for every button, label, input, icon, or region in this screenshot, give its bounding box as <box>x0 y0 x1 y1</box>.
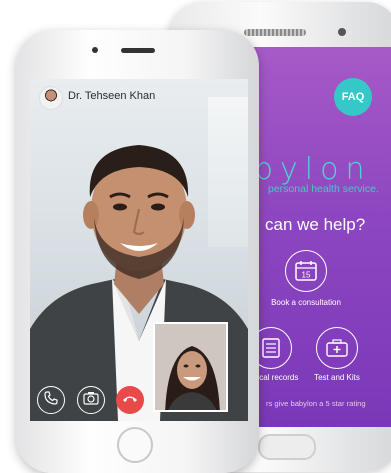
front-camera <box>92 47 98 53</box>
home-button[interactable] <box>258 434 316 460</box>
camera-icon <box>83 391 99 410</box>
calendar-icon: 15 <box>285 250 327 292</box>
tile-kits-label: Test and Kits <box>314 373 360 382</box>
speaker-grille <box>121 48 155 53</box>
end-call-icon <box>122 391 138 409</box>
speaker-grille <box>244 29 306 36</box>
front-camera <box>338 28 346 36</box>
patient-video-feed <box>155 324 226 410</box>
doctor-name: Dr. Tehseen Khan <box>68 90 156 102</box>
babylon-logo: bylon <box>254 152 372 187</box>
end-call-button[interactable] <box>116 386 144 414</box>
self-view-pip[interactable] <box>153 322 228 412</box>
tagline: personal health service. <box>268 183 379 195</box>
rating-text: rs give babylon a 5 star rating <box>266 399 366 408</box>
home-button[interactable] <box>117 427 153 463</box>
doctor-avatar <box>39 86 63 110</box>
medical-kit-icon <box>316 327 358 369</box>
camera-toggle-button[interactable] <box>77 386 105 414</box>
phone-icon <box>44 390 58 410</box>
front-phone: Dr. Tehseen Khan <box>16 30 259 473</box>
tile-book-label: Book a consultation <box>271 298 341 307</box>
audio-call-button[interactable] <box>37 386 65 414</box>
faq-button[interactable]: FAQ <box>334 78 372 116</box>
help-heading: can we help? <box>265 215 366 234</box>
video-call-screen: Dr. Tehseen Khan <box>30 79 248 421</box>
calendar-day: 15 <box>302 271 311 280</box>
